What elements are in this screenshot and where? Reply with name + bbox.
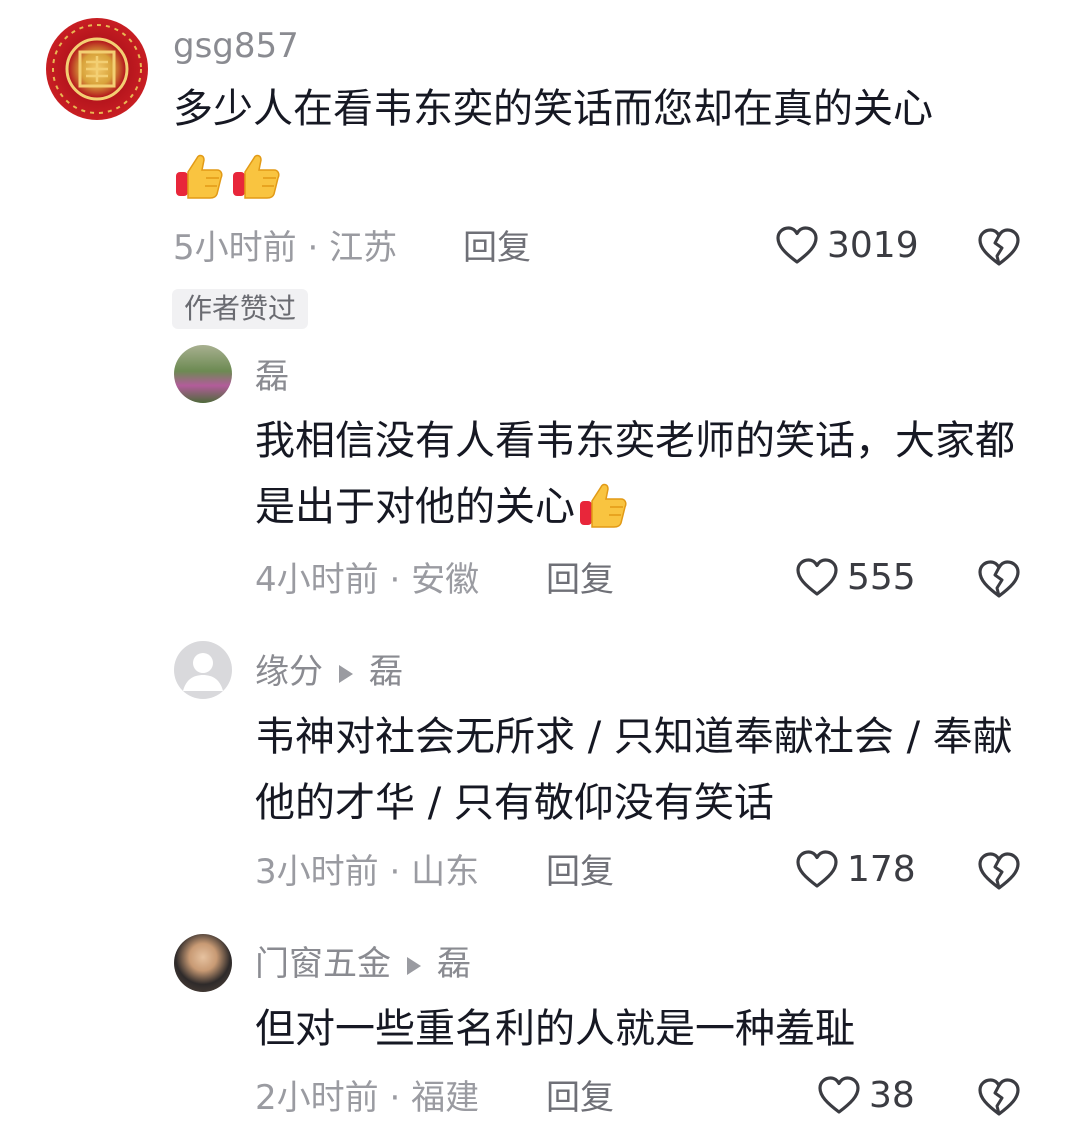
heart-icon — [775, 224, 819, 268]
reply-target[interactable]: 磊 — [437, 944, 471, 984]
like-count: 3019 — [827, 225, 919, 266]
like-count: 38 — [869, 1075, 915, 1116]
thumbs-up-icon — [230, 150, 282, 202]
comment-location: 安徽 — [411, 560, 480, 600]
thumbs-up-icon — [577, 479, 629, 531]
dislike-icon[interactable] — [977, 850, 1021, 894]
meta-dot: · — [389, 1078, 412, 1118]
reply-author[interactable]: 缘分 — [255, 652, 323, 692]
comment-text-content: 但对一些重名利的人就是一种羞耻 — [255, 1006, 855, 1052]
comment-text: 韦神对社会无所求 / 只知道奉献社会 / 奉献他的才华 / 只有敬仰没有笑话 — [255, 704, 1035, 836]
like-button[interactable]: 555 — [795, 556, 916, 600]
reply-target[interactable]: 磊 — [369, 652, 403, 692]
comment-meta: 4小时前 · 安徽 — [255, 560, 479, 600]
like-button[interactable]: 178 — [795, 848, 916, 892]
comment-meta: 3小时前 · 山东 — [255, 852, 479, 892]
avatar[interactable] — [174, 641, 232, 699]
thumbs-up-icon — [173, 150, 225, 202]
avatar[interactable] — [46, 18, 148, 120]
like-button[interactable]: 3019 — [775, 224, 919, 268]
like-count: 178 — [847, 849, 916, 890]
comment-location: 江苏 — [329, 228, 398, 268]
like-button[interactable]: 38 — [817, 1074, 915, 1118]
comment-username[interactable]: gsg857 — [173, 26, 299, 66]
comment-location: 山东 — [411, 852, 480, 892]
comment-meta: 2小时前 · 福建 — [255, 1078, 479, 1118]
heart-icon — [817, 1074, 861, 1118]
reply-button[interactable]: 回复 — [546, 852, 614, 892]
comment-text-content: 我相信没有人看韦东奕老师的笑话，大家都是出于对他的关心 — [255, 418, 1015, 530]
comment-meta: 5小时前 · 江苏 — [173, 228, 397, 268]
comment-time: 2小时前 — [255, 1078, 379, 1118]
heart-icon — [795, 556, 839, 600]
reply-arrow-icon — [339, 664, 353, 683]
dislike-icon[interactable] — [977, 1076, 1021, 1120]
meta-dot: · — [389, 852, 412, 892]
dislike-icon[interactable] — [977, 226, 1021, 270]
like-count: 555 — [847, 557, 916, 598]
comment-time: 4小时前 — [255, 560, 379, 600]
comment-username[interactable]: 门窗五金 磊 — [255, 944, 471, 984]
comment-location: 福建 — [411, 1078, 480, 1118]
comment-text: 我相信没有人看韦东奕老师的笑话，大家都是出于对他的关心 — [255, 408, 1035, 540]
comment-text: 但对一些重名利的人就是一种羞耻 — [255, 996, 1035, 1062]
avatar[interactable] — [174, 345, 232, 403]
comment-text-content: 多少人在看韦东奕的笑话而您却在真的关心 — [173, 86, 933, 132]
reply-button[interactable]: 回复 — [463, 228, 531, 268]
reply-button[interactable]: 回复 — [546, 560, 614, 600]
emoji-row — [173, 150, 282, 202]
comment-username[interactable]: 磊 — [255, 357, 289, 397]
reply-author[interactable]: 门窗五金 — [255, 944, 391, 984]
comment-time: 5小时前 — [173, 228, 297, 268]
reply-button[interactable]: 回复 — [546, 1078, 614, 1118]
avatar[interactable] — [174, 934, 232, 992]
comment-text: 多少人在看韦东奕的笑话而您却在真的关心 — [173, 76, 1033, 142]
meta-dot: · — [307, 228, 330, 268]
dislike-icon[interactable] — [977, 558, 1021, 602]
comment-time: 3小时前 — [255, 852, 379, 892]
comment-username[interactable]: 缘分 磊 — [255, 652, 403, 692]
reply-arrow-icon — [407, 956, 421, 975]
heart-icon — [795, 848, 839, 892]
meta-dot: · — [389, 560, 412, 600]
author-liked-badge: 作者赞过 — [172, 289, 309, 329]
comment-text-content: 韦神对社会无所求 / 只知道奉献社会 / 奉献他的才华 / 只有敬仰没有笑话 — [255, 714, 1013, 826]
